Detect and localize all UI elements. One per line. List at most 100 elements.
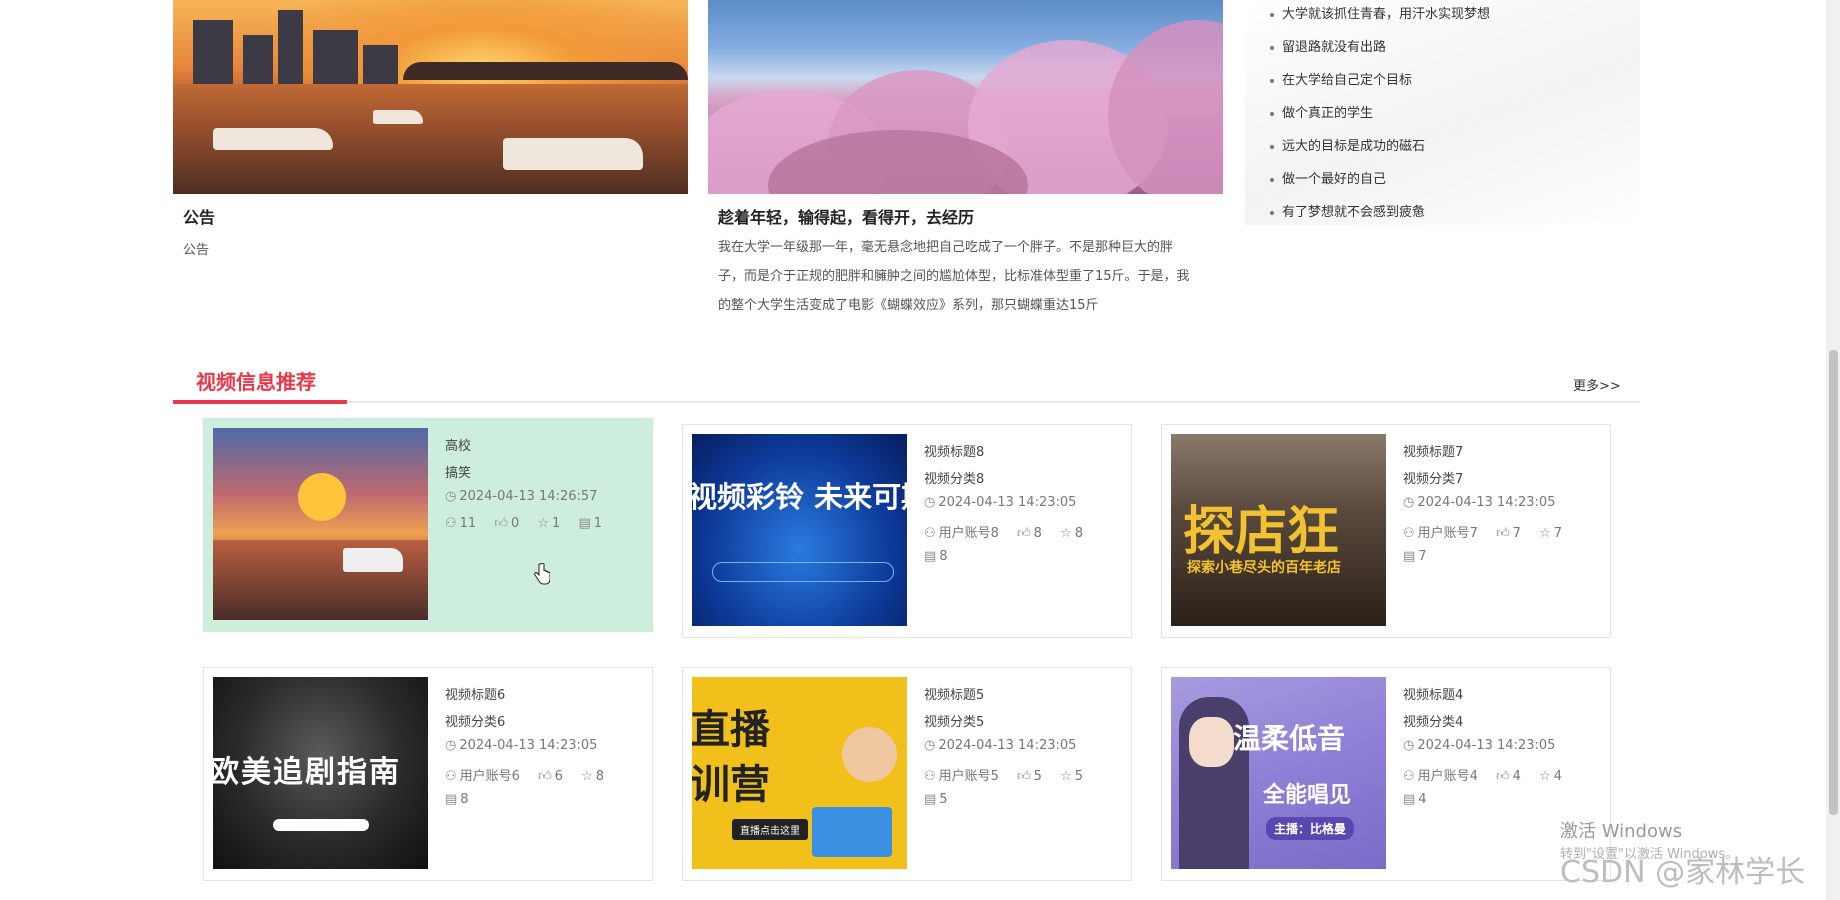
video-stats: ⚇ 用户账号6 👍︎ 6 ☆ 8 xyxy=(445,765,604,784)
hand-cursor-icon xyxy=(534,562,551,589)
bullet-icon xyxy=(1270,45,1274,50)
video-stats: ⚇ 11 👍︎ 0 ☆ 1 ▤ 1 xyxy=(445,516,602,531)
article-title[interactable]: 趁着年轻，输得起，看得开，去经历 xyxy=(718,204,974,228)
user-account: 11 xyxy=(459,516,477,531)
user-icon: ⚇ xyxy=(1403,526,1415,541)
comment-icon[interactable]: ▤ xyxy=(1403,549,1415,564)
video-thumbnail[interactable] xyxy=(213,428,428,620)
thumb-up-icon[interactable]: 👍︎ xyxy=(1496,526,1510,541)
motto-item[interactable]: 在大学给自己定个目标 xyxy=(1270,69,1412,88)
comment-count: 8 xyxy=(939,549,948,564)
star-icon[interactable]: ☆ xyxy=(1539,769,1551,784)
comment-icon[interactable]: ▤ xyxy=(578,516,590,531)
user-account: 用户账号6 xyxy=(459,769,520,784)
video-thumbnail[interactable]: 温柔低音 全能唱见 主播：比格曼 xyxy=(1171,677,1386,869)
article-desc-line: 子，而是介于正规的肥胖和臃肿之间的尴尬体型，比标准体型重了15斤。于是，我 xyxy=(718,269,1190,284)
comment-icon[interactable]: ▤ xyxy=(1403,792,1415,807)
announcement-image[interactable] xyxy=(173,0,688,194)
video-card[interactable]: 视频彩铃 未来可期 视频标题8 视频分类8 ◷2024-04-13 14:23:… xyxy=(682,424,1132,638)
video-thumbnail[interactable]: 视频彩铃 未来可期 xyxy=(692,434,907,626)
motto-item[interactable]: 做个真正的学生 xyxy=(1270,102,1373,121)
section-underline xyxy=(173,400,347,404)
bullet-icon xyxy=(1270,12,1274,17)
video-title[interactable]: 高校 xyxy=(445,435,471,454)
video-thumbnail[interactable]: 探店狂 探索小巷尽头的百年老店 xyxy=(1171,434,1386,626)
star-icon[interactable]: ☆ xyxy=(581,769,593,784)
more-link[interactable]: 更多>> xyxy=(1573,375,1621,394)
video-title[interactable]: 视频标题5 xyxy=(924,684,984,703)
motto-item[interactable]: 留退路就没有出路 xyxy=(1270,36,1386,55)
like-count: 5 xyxy=(1033,769,1042,784)
thumb-up-icon[interactable]: 👍︎ xyxy=(1017,769,1031,784)
user-account: 用户账号4 xyxy=(1417,769,1478,784)
video-title[interactable]: 视频标题7 xyxy=(1403,441,1463,460)
video-thumbnail[interactable]: 欧美追剧指南 xyxy=(213,677,428,869)
announcement-title[interactable]: 公告 xyxy=(183,204,215,228)
user-icon: ⚇ xyxy=(445,769,457,784)
thumb-up-icon[interactable]: 👍︎ xyxy=(1496,769,1510,784)
motto-text: 做一个最好的自己 xyxy=(1282,172,1387,187)
thumb-up-icon[interactable]: 👍︎ xyxy=(538,769,552,784)
star-icon[interactable]: ☆ xyxy=(1060,769,1072,784)
video-stats: ⚇ 用户账号4 👍︎ 4 ☆ 4 xyxy=(1403,765,1562,784)
video-title[interactable]: 视频标题6 xyxy=(445,684,505,703)
csdn-watermark: CSDN @家林学长 xyxy=(1560,855,1806,890)
clock-icon: ◷ xyxy=(1403,495,1415,510)
user-icon: ⚇ xyxy=(1403,769,1415,784)
video-card[interactable]: 温柔低音 全能唱见 主播：比格曼 视频标题4 视频分类4 ◷ 2024-04-13… xyxy=(1161,667,1611,881)
video-time: ◷ 2024-04-13 14:23:05 xyxy=(1403,495,1556,510)
video-card[interactable]: 欧美追剧指南 视频标题6 视频分类6 ◷ 2024-04-13 14:23:05 … xyxy=(203,667,653,881)
thumb-up-icon[interactable]: 👍︎ xyxy=(494,516,508,531)
user-icon: ⚇ xyxy=(924,769,936,784)
clock-icon: ◷ xyxy=(445,738,457,753)
motto-text: 大学就该抓住青春，用汗水实现梦想 xyxy=(1282,7,1491,22)
thumb-up-icon[interactable]: 👍︎ xyxy=(1017,526,1031,541)
video-category: 视频分类5 xyxy=(924,715,985,730)
comment-icon[interactable]: ▤ xyxy=(924,549,936,564)
star-icon[interactable]: ☆ xyxy=(1060,526,1072,541)
video-comments: ▤ 5 xyxy=(924,792,948,807)
scrollbar-thumb[interactable] xyxy=(1829,350,1838,815)
video-category: 视频分类8 xyxy=(924,472,985,487)
motto-text: 远大的目标是成功的磁石 xyxy=(1282,139,1426,154)
video-title[interactable]: 视频标题4 xyxy=(1403,684,1463,703)
user-account: 用户账号7 xyxy=(1417,526,1478,541)
section-title: 视频信息推荐 xyxy=(196,370,316,394)
clock-icon: ◷ xyxy=(924,738,936,753)
article-image[interactable] xyxy=(708,0,1223,194)
star-icon[interactable]: ☆ xyxy=(1539,526,1551,541)
video-title[interactable]: 视频标题8 xyxy=(924,441,984,460)
fav-count: 5 xyxy=(1074,769,1084,784)
fav-count: 1 xyxy=(552,516,561,531)
video-card[interactable]: 探店狂 探索小巷尽头的百年老店 视频标题7 视频分类7 ◷ 2024-04-13 … xyxy=(1161,424,1611,638)
like-count: 8 xyxy=(1033,526,1042,541)
video-time: ◷ 2024-04-13 14:26:57 xyxy=(445,489,598,504)
motto-item[interactable]: 做一个最好的自己 xyxy=(1270,168,1386,187)
video-card[interactable]: 直播 训营 直播点击这里 视频标题5 视频分类5 ◷ 2024-04-13 14:… xyxy=(682,667,1132,881)
comment-icon[interactable]: ▤ xyxy=(924,792,936,807)
clock-icon: ◷ xyxy=(1403,738,1415,753)
comment-icon[interactable]: ▤ xyxy=(445,792,457,807)
video-time: ◷ 2024-04-13 14:23:05 xyxy=(1403,738,1556,753)
article-description: 我在大学一年级那一年，毫无悬念地把自己吃成了一个胖子。不是那种巨大的胖 子，而是… xyxy=(718,233,1190,320)
bullet-icon xyxy=(1270,210,1274,215)
video-thumbnail[interactable]: 直播 训营 直播点击这里 xyxy=(692,677,907,869)
motto-item[interactable]: 有了梦想就不会感到疲惫 xyxy=(1270,201,1425,220)
like-count: 7 xyxy=(1512,526,1521,541)
fav-count: 7 xyxy=(1553,526,1563,541)
motto-text: 留退路就没有出路 xyxy=(1282,40,1387,55)
video-comments: ▤ 8 xyxy=(924,549,948,564)
comment-count: 8 xyxy=(460,792,469,807)
video-stats: ⚇ 用户账号5 👍︎ 5 ☆ 5 xyxy=(924,765,1083,784)
motto-item[interactable]: 远大的目标是成功的磁石 xyxy=(1270,135,1425,154)
bullet-icon xyxy=(1270,111,1274,116)
comment-count: 1 xyxy=(593,516,603,531)
fav-count: 8 xyxy=(595,769,605,784)
motto-item[interactable]: 大学就该抓住青春，用汗水实现梦想 xyxy=(1270,3,1490,22)
video-card[interactable]: 高校 搞笑 ◷ 2024-04-13 14:26:57 ⚇ 11 👍︎ 0 ☆ 1 ▤ 1 xyxy=(203,418,653,632)
star-icon[interactable]: ☆ xyxy=(537,516,549,531)
clock-icon: ◷ xyxy=(924,495,936,510)
video-category: 视频分类6 xyxy=(445,715,506,730)
video-comments: ▤ 4 xyxy=(1403,792,1427,807)
user-account: 用户账号5 xyxy=(938,769,999,784)
